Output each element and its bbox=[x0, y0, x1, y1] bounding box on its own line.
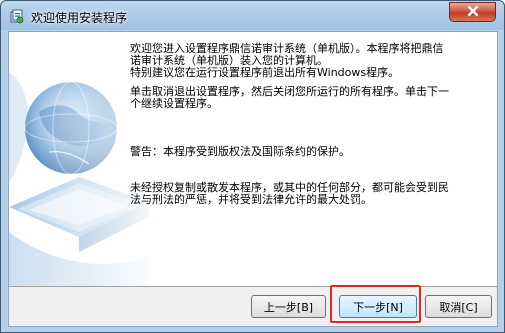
close-button[interactable] bbox=[449, 2, 496, 22]
title-bar[interactable]: 欢迎使用安装程序 bbox=[1, 1, 504, 31]
welcome-panel: 欢迎您进入设置程序鼎信诺审计系统（单机版）。本程序将把鼎信 诺审计系统（单机版）… bbox=[9, 32, 497, 287]
cancel-button[interactable]: 取消[C] bbox=[425, 295, 492, 318]
warning-paragraph: 警告：本程序受到版权法及国际条约的保护。 bbox=[130, 145, 350, 158]
dialog-body: 欢迎您进入设置程序鼎信诺审计系统（单机版）。本程序将把鼎信 诺审计系统（单机版）… bbox=[8, 31, 498, 327]
intro-paragraph: 欢迎您进入设置程序鼎信诺审计系统（单机版）。本程序将把鼎信 诺审计系统（单机版）… bbox=[130, 42, 444, 79]
next-button-highlight bbox=[330, 285, 421, 323]
window-title: 欢迎使用安装程序 bbox=[31, 11, 128, 25]
back-button[interactable]: 上一步[B] bbox=[251, 295, 326, 318]
close-icon bbox=[466, 5, 480, 20]
instruction-paragraph: 单击取消退出设置程序，然后关闭您所运行的所有程序。单击下一 个继续设置程序。 bbox=[130, 85, 449, 110]
installer-icon bbox=[9, 8, 25, 24]
installer-window: 欢迎使用安装程序 欢迎您进入设置程序鼎信诺审计系统（单机版）。本程序将把鼎信 诺… bbox=[0, 0, 505, 333]
welcome-text: 欢迎您进入设置程序鼎信诺审计系统（单机版）。本程序将把鼎信 诺审计系统（单机版）… bbox=[119, 32, 497, 286]
copyright-paragraph: 未经授权复制或散发本程序，或其中的任何部分，都可能会受到民 法与刑法的严惩，并将… bbox=[130, 181, 449, 206]
